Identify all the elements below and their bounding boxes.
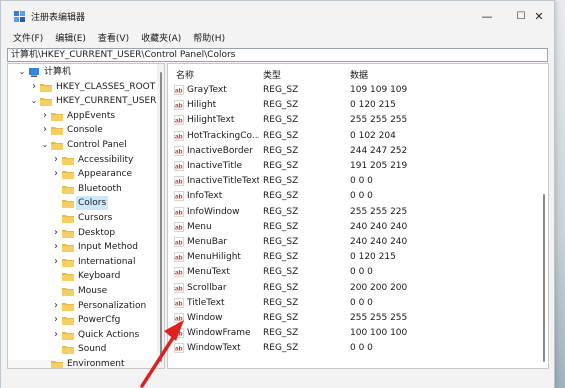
annotation-arrow xyxy=(140,320,184,388)
